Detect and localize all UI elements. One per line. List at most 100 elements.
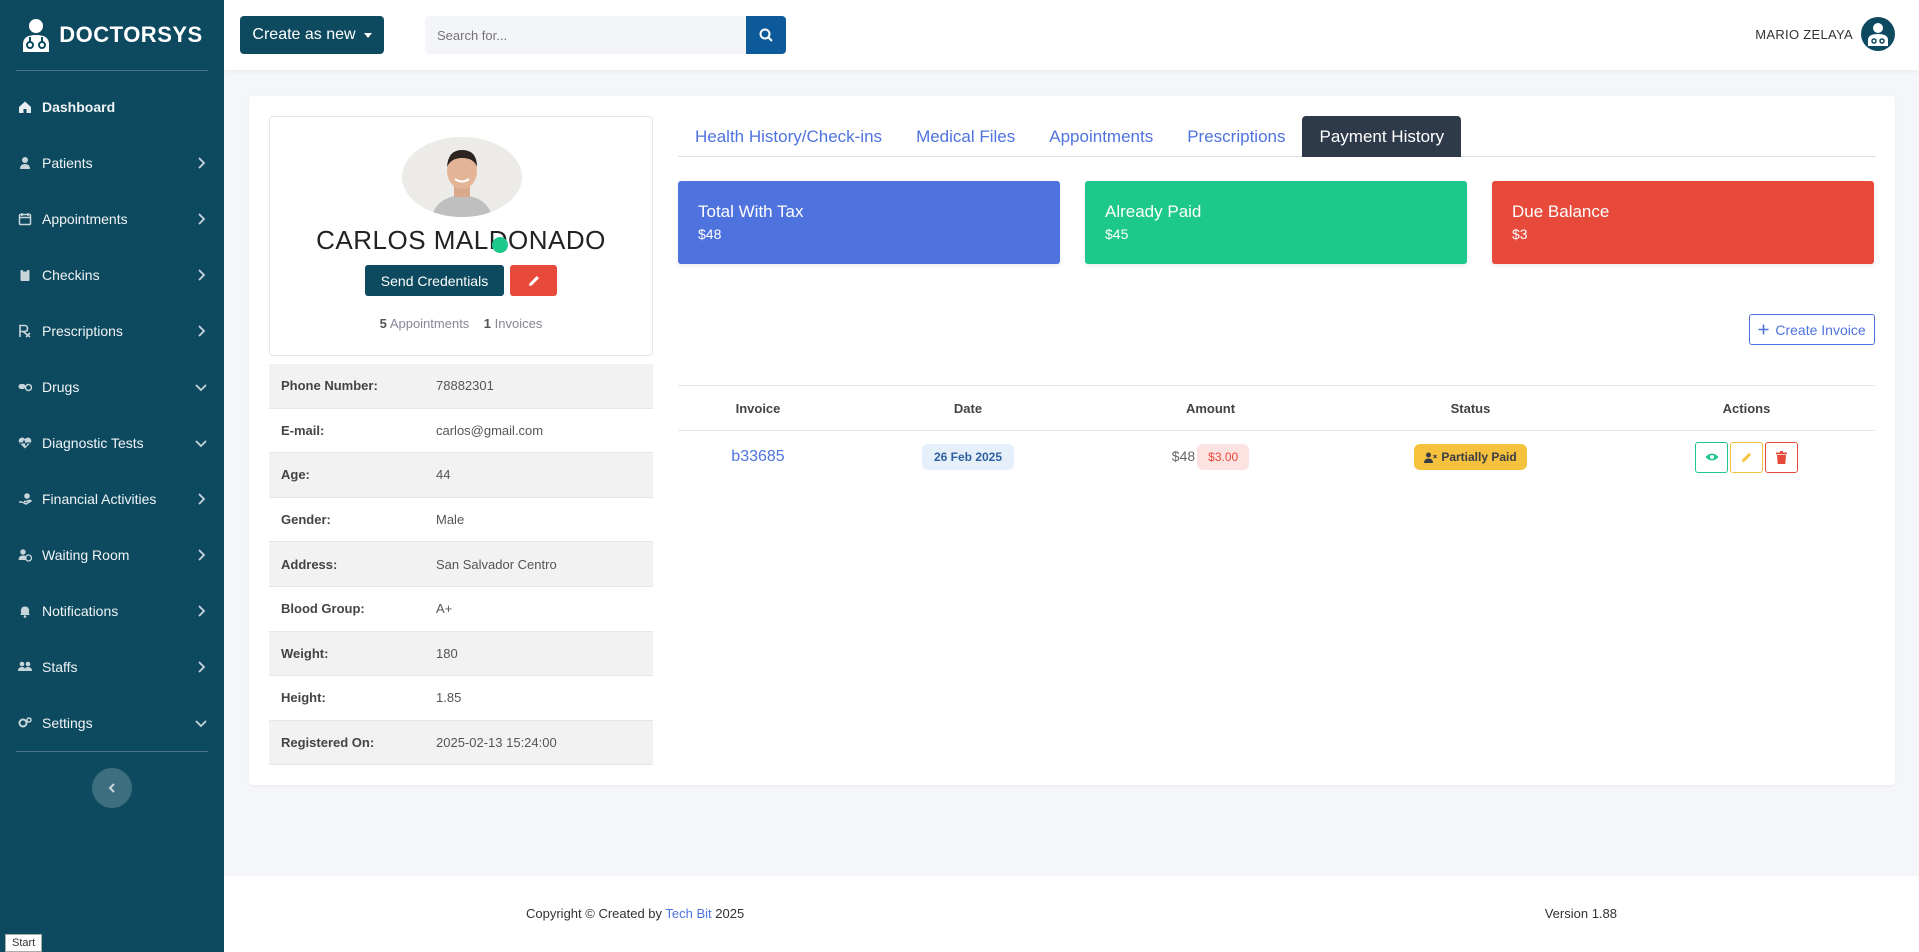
tab-payment-history[interactable]: Payment History [1302, 116, 1462, 157]
send-credentials-button[interactable]: Send Credentials [364, 265, 505, 296]
patient-photo [402, 137, 522, 217]
sidebar-item-label: Settings [42, 715, 93, 731]
stat-title: Already Paid [1105, 202, 1202, 221]
sidebar-item-patients[interactable]: Patients [0, 135, 224, 191]
row-actions [1695, 441, 1798, 473]
sidebar-item-icon-wrap [16, 714, 34, 732]
copyright-year: 2025 [715, 906, 745, 921]
tab-prescriptions[interactable]: Prescriptions [1170, 116, 1302, 157]
info-value: San Salvador Centro [436, 556, 557, 572]
create-invoice-button[interactable]: Create Invoice [1749, 314, 1875, 345]
sidebar-item-appointments[interactable]: Appointments [0, 191, 224, 247]
sidebar-item-label: Prescriptions [42, 323, 123, 339]
date-cell: 26 Feb 2025 [838, 444, 1098, 470]
chevron-right-icon [198, 157, 206, 169]
sidebar-item-icon-wrap [16, 602, 34, 620]
table-body: b33685 26 Feb 2025 $48 $3.00 Partially Paid [678, 431, 1875, 483]
info-value: A+ [436, 601, 453, 617]
sidebar-item-icon-wrap [16, 546, 34, 564]
tab-health-history-check-ins[interactable]: Health History/Check-ins [678, 116, 899, 157]
bell-icon [20, 606, 30, 618]
sidebar-item-label: Patients [42, 155, 93, 171]
user-menu[interactable]: MARIO ZELAYA [1755, 17, 1895, 51]
info-key: Address: [281, 556, 338, 572]
sidebar-toggle-wrap [0, 752, 224, 808]
hand-holding-dollar-icon [19, 493, 32, 505]
edit-invoice-button[interactable] [1730, 441, 1763, 473]
column-header: Actions [1722, 400, 1771, 416]
actions-cell [1618, 441, 1875, 473]
sidebar-item-label: Staffs [42, 659, 78, 675]
stat-due-balance: Due Balance $3 [1492, 181, 1874, 264]
chevron-down-icon [195, 440, 207, 448]
search-input[interactable] [425, 16, 746, 54]
sidebar-item-dashboard[interactable]: Dashboard [0, 79, 224, 135]
info-row: Height: 1.85 [269, 676, 653, 721]
copyright: Copyright © Created by Tech Bit 2025 [526, 906, 744, 921]
create-as-new-button[interactable]: Create as new [240, 16, 384, 54]
info-value: 180 [436, 645, 458, 661]
invoices-count: 1 [483, 316, 491, 331]
patient-tabs: Health History/Check-ins Medical Files App… [678, 116, 1876, 157]
chevron-right-icon [198, 213, 206, 225]
create-as-new-label: Create as new [252, 26, 356, 43]
sidebar-item-notifications[interactable]: Notifications [0, 583, 224, 639]
caret-down-icon [363, 32, 372, 38]
cogs-icon [18, 717, 32, 728]
chevron-right-icon [198, 325, 206, 337]
chevron-right-icon [198, 493, 206, 505]
sidebar-item-staffs[interactable]: Staffs [0, 639, 224, 695]
profile-counts: 5 Appointments 1 Invoices [270, 316, 652, 331]
tab-medical-files[interactable]: Medical Files [899, 116, 1032, 157]
sidebar-item-label: Diagnostic Tests [42, 435, 144, 451]
brand-name: DOCTORSYS [59, 22, 203, 47]
sidebar-collapse-button[interactable] [92, 768, 132, 808]
invoice-link[interactable]: b33685 [731, 448, 784, 465]
start-label[interactable]: Start [5, 934, 43, 952]
info-key: Weight: [281, 645, 329, 661]
column-header: Date [953, 400, 983, 416]
sidebar-item-checkins[interactable]: Checkins [0, 247, 224, 303]
patient-info-table: Phone Number: 78882301 E-mail: carlos@gmail… [269, 364, 653, 766]
tech-bit-link[interactable]: Tech Bit [665, 906, 711, 921]
search-button[interactable] [746, 16, 786, 54]
view-invoice-button[interactable] [1695, 441, 1728, 473]
edit-patient-button[interactable] [510, 265, 558, 296]
chevron-right-icon [198, 269, 206, 281]
sidebar-item-diagnostic-tests[interactable]: Diagnostic Tests [0, 415, 224, 471]
sidebar-item-label: Checkins [42, 267, 100, 283]
info-value: Male [436, 512, 465, 528]
sidebar-item-financial-activities[interactable]: Financial Activities [0, 471, 224, 527]
stat-value: $3 [1512, 226, 1528, 242]
brand[interactable]: DOCTORSYS [0, 0, 224, 70]
pills-icon [18, 383, 32, 392]
user-clock-icon [1424, 452, 1438, 463]
home-icon [19, 101, 31, 113]
tab-appointments[interactable]: Appointments [1032, 116, 1170, 157]
eye-icon [1705, 453, 1718, 461]
sidebar-item-label: Financial Activities [42, 491, 157, 507]
delete-invoice-button[interactable] [1765, 441, 1798, 473]
info-value: carlos@gmail.com [436, 422, 544, 438]
sidebar-item-icon-wrap [16, 98, 34, 116]
sidebar-item-waiting-room[interactable]: Waiting Room [0, 527, 224, 583]
stat-total-with-tax: Total With Tax $48 [678, 181, 1060, 264]
sidebar-item-icon-wrap [16, 658, 34, 676]
appointments-count-label: Appointments [389, 316, 470, 331]
chevron-down-icon [195, 384, 207, 392]
stat-title: Total With Tax [698, 202, 804, 221]
sidebar-item-prescriptions[interactable]: Prescriptions [0, 303, 224, 359]
online-status-dot [492, 237, 508, 253]
patient-card: CARLOS MALDONADO Send Credentials 5 Appo… [249, 96, 1895, 785]
sidebar-item-drugs[interactable]: Drugs [0, 359, 224, 415]
info-key: Gender: [281, 512, 331, 528]
info-row: Gender: Male [269, 498, 653, 543]
sidebar-item-settings[interactable]: Settings [0, 695, 224, 751]
sidebar-item-label: Appointments [42, 211, 128, 227]
payments-table: Invoice Date Amount Status Actions b33685 26 … [678, 385, 1875, 483]
calendar-icon [18, 213, 32, 226]
column-header: Amount [1185, 400, 1236, 416]
user-doctor-icon [1868, 23, 1888, 46]
chevron-right-icon [198, 661, 206, 673]
info-key: Phone Number: [281, 378, 378, 394]
